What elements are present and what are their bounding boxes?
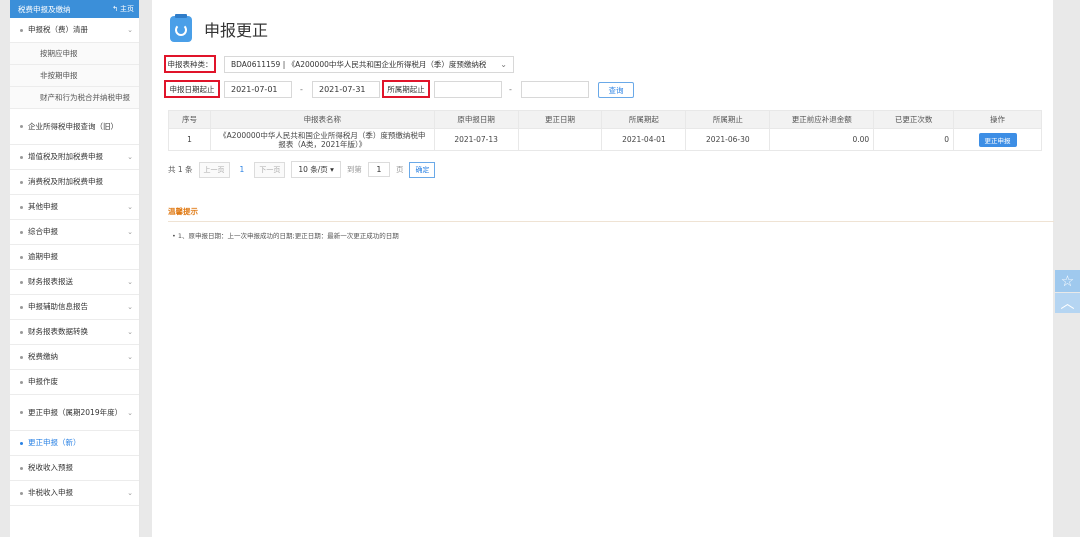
sidebar-item-consumption-tax[interactable]: 消费税及附加税费申报	[10, 170, 139, 195]
sidebar-item-cit-query[interactable]: 企业所得税申报查询（旧）	[10, 109, 139, 145]
sidebar-item-payment[interactable]: 税费缴纳 ⌄	[10, 345, 139, 370]
date-end-input[interactable]: 2021-07-31	[312, 81, 380, 98]
cell-name: 《A200000中华人民共和国企业所得税月（季）度预缴纳税申报表（A类，2021…	[209, 128, 435, 151]
cell-amount: 0.00	[769, 128, 875, 151]
sidebar-item-overdue[interactable]: 逾期申报	[10, 245, 139, 270]
current-page[interactable]: 1	[236, 165, 249, 174]
col-header-amount: 更正前应补退金额	[769, 110, 875, 129]
sidebar-item-correction-new[interactable]: 更正申报（新）	[10, 431, 139, 456]
page-size-select[interactable]: 10 条/页 ▾	[291, 161, 341, 178]
sidebar: 税费申报及缴纳 ↰ 主页 申报税（费）清册 ⌄ 按期应申报 非按期申报 财产和行为…	[10, 0, 140, 537]
sidebar-item-periodic[interactable]: 按期应申报	[10, 43, 139, 65]
period-separator: -	[509, 85, 512, 94]
sidebar-item-tax-list[interactable]: 申报税（费）清册 ⌄	[10, 18, 139, 43]
cell-count: 0	[873, 128, 955, 151]
cell-period-start: 2021-04-01	[601, 128, 687, 151]
sidebar-item-non-periodic[interactable]: 非按期申报	[10, 65, 139, 87]
date-start-input[interactable]: 2021-07-01	[224, 81, 292, 98]
sidebar-item-financial-reports[interactable]: 财务报表报送 ⌄	[10, 270, 139, 295]
back-to-top-icon[interactable]: ︿	[1055, 293, 1080, 313]
goto-page-input[interactable]: 1	[367, 162, 390, 177]
query-button[interactable]: 查询	[598, 82, 634, 98]
goto-confirm-button[interactable]: 确定	[409, 161, 436, 178]
tips-divider	[168, 221, 1054, 222]
tips-item: • 1、原申报日期：上一次申报成功的日期;更正日期：最新一次更正成功的日期	[172, 232, 399, 240]
date-range-label: 申报日期起止	[164, 80, 220, 98]
cell-orig-date: 2021-07-13	[433, 128, 519, 151]
sidebar-item-data-convert[interactable]: 财务报表数据转换 ⌄	[10, 320, 139, 345]
prev-page-button[interactable]: 上一页	[198, 161, 230, 178]
total-count: 共 1 条	[168, 165, 193, 174]
pagination: 共 1 条 上一页 1 下一页 10 条/页 ▾ 到第 1 页 确定	[168, 161, 436, 178]
sidebar-item-vat[interactable]: 增值税及附加税费申报 ⌄	[10, 145, 139, 170]
col-header-index: 序号	[168, 110, 211, 129]
main-panel: 申报更正 申报表种类： BDA0611159 | 《A200000中华人民共和国…	[152, 0, 1054, 537]
cell-action: 更正申报	[953, 128, 1042, 151]
chevron-down-icon: ⌄	[127, 228, 133, 236]
period-end-input[interactable]	[521, 81, 589, 98]
report-type-label: 申报表种类：	[164, 55, 216, 73]
period-label: 所属期起止	[382, 80, 430, 98]
next-page-button[interactable]: 下一页	[254, 161, 286, 178]
cell-index: 1	[168, 128, 211, 151]
sidebar-item-correction-2019[interactable]: 更正申报（属期2019年度） ⌄	[10, 395, 139, 431]
home-link[interactable]: ↰ 主页	[112, 4, 134, 14]
sidebar-title: 税费申报及缴纳	[18, 4, 71, 14]
col-header-fix-date: 更正日期	[517, 110, 603, 129]
chevron-down-icon: ⌄	[127, 278, 133, 286]
chevron-down-icon: ⌄	[127, 328, 133, 336]
sidebar-item-comprehensive[interactable]: 综合申报 ⌄	[10, 220, 139, 245]
col-header-action: 操作	[953, 110, 1042, 129]
back-arrow-icon: ↰	[112, 5, 118, 13]
sidebar-item-void[interactable]: 申报作废	[10, 370, 139, 395]
chevron-down-icon: ⌄	[500, 60, 507, 69]
chevron-down-icon: ⌄	[127, 203, 133, 211]
col-header-period-end: 所属期止	[685, 110, 771, 129]
cell-fix-date	[517, 128, 603, 151]
date-separator: -	[300, 85, 303, 94]
sidebar-header: 税费申报及缴纳 ↰ 主页	[10, 0, 139, 18]
report-type-value: BDA0611159 | 《A200000中华人民共和国企业所得税月（季）度预缴…	[231, 60, 487, 69]
correct-report-button[interactable]: 更正申报	[978, 132, 1017, 147]
table-row: 1 《A200000中华人民共和国企业所得税月（季）度预缴纳税申报表（A类，20…	[168, 128, 1042, 151]
col-header-period-start: 所属期起	[601, 110, 687, 129]
favorite-star-icon[interactable]: ☆	[1055, 270, 1080, 292]
tips-title: 温馨提示	[168, 207, 198, 216]
goto-label: 到第	[346, 165, 362, 174]
chevron-down-icon: ⌄	[127, 153, 133, 161]
sidebar-item-aux-info[interactable]: 申报辅助信息报告 ⌄	[10, 295, 139, 320]
chevron-down-icon: ⌄	[127, 353, 133, 361]
sidebar-item-non-tax[interactable]: 非税收入申报 ⌄	[10, 481, 139, 506]
chevron-down-icon: ⌄	[127, 26, 133, 34]
chevron-down-icon: ⌄	[127, 303, 133, 311]
col-header-count: 已更正次数	[873, 110, 955, 129]
col-header-name: 申报表名称	[209, 110, 435, 129]
clipboard-icon	[170, 14, 192, 42]
sidebar-item-other[interactable]: 其他申报 ⌄	[10, 195, 139, 220]
report-table: 序号 申报表名称 原申报日期 更正日期 所属期起 所属期止 更正前应补退金额 已…	[168, 110, 1042, 151]
sidebar-item-property-tax[interactable]: 财产和行为税合并纳税申报	[10, 87, 139, 109]
page-title: 申报更正	[204, 21, 269, 40]
report-type-select[interactable]: BDA0611159 | 《A200000中华人民共和国企业所得税月（季）度预缴…	[224, 56, 514, 73]
period-start-input[interactable]	[434, 81, 502, 98]
page-unit-label: 页	[395, 165, 404, 174]
home-label: 主页	[120, 5, 134, 13]
cell-period-end: 2021-06-30	[685, 128, 771, 151]
sidebar-menu: 申报税（费）清册 ⌄ 按期应申报 非按期申报 财产和行为税合并纳税申报 企业所得税…	[10, 18, 139, 506]
sidebar-item-revenue-forecast[interactable]: 税收收入预报	[10, 456, 139, 481]
title-row: 申报更正	[170, 14, 269, 42]
table-header-row: 序号 申报表名称 原申报日期 更正日期 所属期起 所属期止 更正前应补退金额 已…	[168, 110, 1042, 129]
chevron-down-icon: ⌄	[127, 408, 133, 417]
col-header-orig-date: 原申报日期	[433, 110, 519, 129]
chevron-down-icon: ⌄	[127, 489, 133, 497]
